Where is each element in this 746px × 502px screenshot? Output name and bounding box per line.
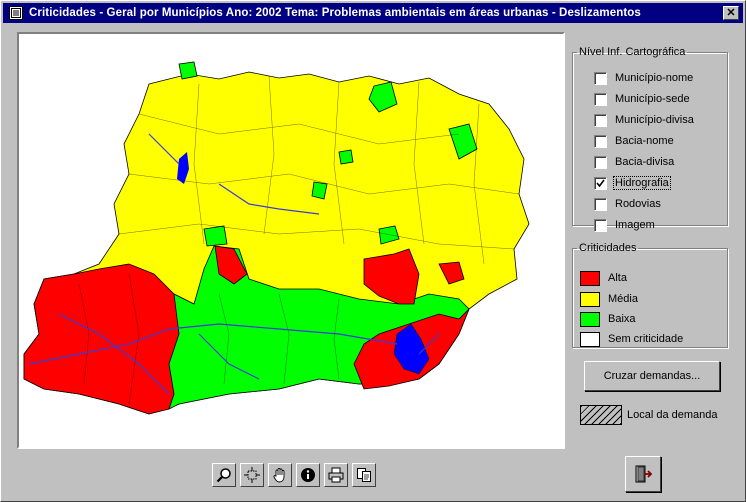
- layer-label: Bacia-divisa: [615, 156, 675, 168]
- map-image: [23, 61, 530, 415]
- map-region-baixa-north6: [338, 149, 354, 165]
- copy-icon: [357, 468, 371, 482]
- criticidades-group-title: Criticidades: [579, 242, 637, 254]
- checkbox[interactable]: [594, 155, 607, 169]
- layer-label: Imagem: [615, 219, 655, 231]
- exit-door-icon: [635, 465, 653, 483]
- check-icon: [596, 179, 605, 187]
- map-toolbar: [212, 463, 376, 487]
- layer-bacia-nome[interactable]: Bacia-nome: [594, 133, 675, 149]
- zoom-icon: [216, 468, 231, 483]
- print-icon: [328, 467, 344, 483]
- close-button[interactable]: ✕: [723, 6, 739, 20]
- checkbox-checked[interactable]: [594, 176, 607, 190]
- local-demanda-legend: Local da demanda: [580, 405, 718, 425]
- swatch-red: [580, 270, 600, 286]
- window-app-icon: [9, 6, 23, 20]
- layer-imagem[interactable]: Imagem: [594, 217, 656, 233]
- full-extent-button[interactable]: [240, 463, 264, 487]
- print-button[interactable]: [324, 463, 348, 487]
- legend-label: Sem criticidade: [608, 333, 684, 345]
- checkbox[interactable]: [594, 92, 607, 106]
- legend-alta: Alta: [580, 270, 627, 286]
- zoom-button[interactable]: [212, 463, 236, 487]
- layer-label: Município-sede: [615, 93, 690, 105]
- layer-label: Bacia-nome: [615, 135, 674, 147]
- local-demanda-label: Local da demanda: [627, 409, 718, 421]
- legend-label: Alta: [608, 272, 627, 284]
- app-window: Criticidades - Geral por Municípios Ano:…: [0, 0, 746, 502]
- hatch-swatch: [580, 405, 622, 425]
- map-canvas[interactable]: [17, 32, 565, 449]
- map-region-baixa-north4: [311, 181, 328, 200]
- criticidades-group: Criticidades Alta Média Baixa Sem critic…: [572, 242, 728, 348]
- close-icon: ✕: [726, 6, 736, 19]
- layers-group: Nível Inf. Cartográfica Município-nome M…: [572, 46, 728, 232]
- exit-button[interactable]: [625, 456, 661, 492]
- layer-bacia-divisa[interactable]: Bacia-divisa: [594, 154, 675, 170]
- checkbox[interactable]: [594, 71, 607, 85]
- layer-municipio-nome[interactable]: Município-nome: [594, 70, 694, 86]
- checkbox[interactable]: [594, 218, 607, 232]
- window-title: Criticidades - Geral por Municípios Ano:…: [29, 7, 641, 19]
- legend-baixa: Baixa: [580, 311, 636, 327]
- checkbox[interactable]: [594, 113, 607, 127]
- layer-municipio-sede[interactable]: Município-sede: [594, 91, 691, 107]
- title-bar: Criticidades - Geral por Municípios Ano:…: [3, 3, 743, 23]
- swatch-green: [580, 311, 600, 327]
- map-region-baixa-north1: [178, 61, 198, 80]
- pan-hand-icon: [273, 468, 285, 483]
- layer-rodovias[interactable]: Rodovias: [594, 196, 662, 212]
- layer-label: Rodovias: [615, 198, 661, 210]
- checkbox[interactable]: [594, 134, 607, 148]
- legend-label: Média: [608, 293, 638, 305]
- swatch-yellow: [580, 291, 600, 307]
- cruzar-demandas-button[interactable]: Cruzar demandas...: [584, 361, 720, 391]
- swatch-white: [580, 331, 600, 347]
- info-button[interactable]: [296, 463, 320, 487]
- legend-sem-criticidade: Sem criticidade: [580, 331, 683, 347]
- copy-button[interactable]: [352, 463, 376, 487]
- extent-icon: [244, 467, 260, 483]
- legend-media: Média: [580, 291, 638, 307]
- layer-label: Município-nome: [615, 72, 694, 84]
- layer-hidrografia[interactable]: Hidrografia: [594, 175, 671, 191]
- layer-municipio-divisa[interactable]: Município-divisa: [594, 112, 695, 128]
- layers-group-title: Nível Inf. Cartográfica: [579, 46, 686, 58]
- pan-button[interactable]: [268, 463, 292, 487]
- map-region-baixa-north5: [203, 225, 228, 247]
- layer-label: Hidrografia: [613, 176, 671, 190]
- layer-label: Município-divisa: [615, 114, 694, 126]
- legend-label: Baixa: [608, 313, 636, 325]
- info-icon: [301, 468, 315, 482]
- checkbox[interactable]: [594, 197, 607, 211]
